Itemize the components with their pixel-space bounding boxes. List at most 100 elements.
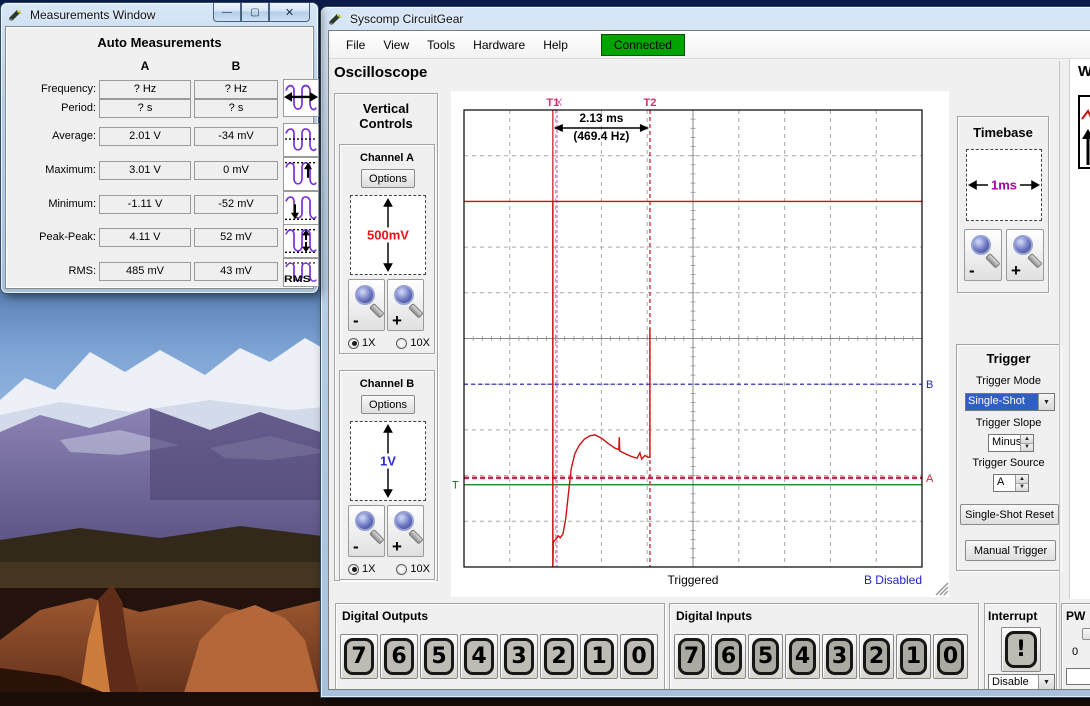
menu-item-help[interactable]: Help: [534, 34, 577, 56]
digital-input-bit-7[interactable]: 7: [674, 634, 709, 679]
channel-b-zoom-in-button[interactable]: +: [387, 505, 424, 557]
channel-b-probe-1x-radio[interactable]: 1X: [348, 563, 375, 575]
close-button[interactable]: ✕: [269, 3, 310, 22]
value-average-a: 2.01 V: [99, 127, 191, 146]
digital-input-bit-4[interactable]: 4: [785, 634, 820, 679]
menu-item-hardware[interactable]: Hardware: [464, 34, 534, 56]
pwm-partial-field[interactable]: [1066, 668, 1090, 685]
value-maximum-b: 0 mV: [194, 161, 278, 180]
digital-output-bit-2[interactable]: 2: [540, 634, 578, 679]
channel-a-probe-10x-radio[interactable]: 10X: [396, 337, 430, 349]
chevron-down-icon[interactable]: ▼: [1038, 394, 1054, 410]
chevron-down-icon[interactable]: ▼: [1038, 675, 1054, 690]
minimize-button[interactable]: —: [213, 3, 241, 22]
trigger-source-spinner[interactable]: A ▲ ▼: [993, 474, 1029, 492]
oscilloscope-heading: Oscilloscope: [334, 64, 427, 81]
digital-output-bit-4[interactable]: 4: [460, 634, 498, 679]
radio-icon: [396, 564, 407, 575]
spin-down-icon[interactable]: ▼: [1021, 444, 1033, 452]
connected-indicator[interactable]: Connected: [601, 34, 685, 56]
value-minimum-a: -1.11 V: [99, 195, 191, 214]
desktop: Measurements Window — ▢ ✕ Auto Measureme…: [0, 0, 1090, 706]
trigger-source-value: A: [994, 475, 1015, 491]
digital-input-bit-5[interactable]: 5: [748, 634, 783, 679]
digital-input-bit-1[interactable]: 1: [896, 634, 931, 679]
bit-digit-label: 2: [544, 638, 574, 675]
radio-icon: [348, 338, 359, 349]
interrupt-heading: Interrupt: [988, 609, 1037, 623]
svg-text:B Disabled: B Disabled: [864, 573, 922, 587]
channel-b-range-box[interactable]: 1V: [350, 421, 426, 501]
channel-b-probe-10x-radio[interactable]: 10X: [396, 563, 430, 575]
bit-digit-label: 5: [424, 638, 454, 675]
menu-item-view[interactable]: View: [374, 34, 418, 56]
digital-output-bit-5[interactable]: 5: [420, 634, 458, 679]
digital-output-bit-3[interactable]: 3: [500, 634, 538, 679]
channel-a-zoom-out-button[interactable]: -: [348, 279, 385, 331]
radio-icon: [396, 338, 407, 349]
oscilloscope-display[interactable]: 2.13 ms(469.4 Hz)XT1T2BATTriggeredB Disa…: [451, 91, 949, 597]
plus-label: +: [392, 312, 402, 329]
digital-input-bit-2[interactable]: 2: [859, 634, 894, 679]
trigger-mode-value: Single-Shot: [966, 394, 1038, 410]
auto-measurements-heading: Auto Measurements: [6, 35, 313, 50]
channel-a-zoom-in-button[interactable]: +: [387, 279, 424, 331]
magnifier-icon: [394, 511, 414, 531]
channel-a-range-box[interactable]: 500mV: [350, 195, 426, 275]
timebase-range-box[interactable]: 1ms: [966, 149, 1042, 221]
digital-output-bit-0[interactable]: 0: [620, 634, 658, 679]
digital-output-bit-6[interactable]: 6: [380, 634, 418, 679]
trigger-mode-label: Trigger Mode: [957, 375, 1060, 387]
bit-digit-label: 7: [678, 638, 705, 675]
bit-digit-label: 7: [344, 638, 374, 675]
timebase-zoom-in-button[interactable]: +: [1006, 229, 1044, 281]
digital-input-bit-0[interactable]: 0: [933, 634, 968, 679]
channel-a-options-button[interactable]: Options: [361, 169, 415, 188]
spin-up-icon[interactable]: ▲: [1021, 435, 1033, 444]
value-minimum-b: -52 mV: [194, 195, 278, 214]
oscilloscope-display-area: 2.13 ms(469.4 Hz)XT1T2BATTriggeredB Disa…: [451, 91, 949, 597]
interrupt-mode-select[interactable]: Disable ▼: [988, 674, 1055, 690]
magnifier-icon: [971, 235, 991, 255]
magnifier-icon: [1013, 235, 1033, 255]
channel-a-probe-1x-radio[interactable]: 1X: [348, 337, 375, 349]
digital-input-bit-6[interactable]: 6: [711, 634, 746, 679]
wave-frequency-icon: [283, 79, 319, 117]
value-rms-b: 43 mV: [194, 262, 278, 281]
wave-average-icon: [283, 123, 319, 157]
wave-peakpeak-icon: [283, 224, 319, 258]
window-title: Syscomp CircuitGear: [350, 12, 463, 26]
svg-text:B: B: [926, 379, 933, 391]
timebase-zoom-out-button[interactable]: -: [964, 229, 1002, 281]
interrupt-button[interactable]: !: [1001, 627, 1041, 672]
waveform-generator-heading: W: [1078, 63, 1090, 80]
pwm-partial-button[interactable]: [1082, 628, 1090, 640]
svg-text:Triggered: Triggered: [668, 573, 719, 587]
digital-output-bit-1[interactable]: 1: [580, 634, 618, 679]
menu-item-tools[interactable]: Tools: [418, 34, 464, 56]
bit-digit-label: 4: [464, 638, 494, 675]
trigger-slope-spinner[interactable]: Minus ▲ ▼: [988, 434, 1034, 452]
channel-a-group: Channel A Options 500mV -: [339, 144, 435, 354]
probe-1x-label: 1X: [362, 563, 375, 575]
timebase-value: 1ms: [988, 178, 1020, 193]
channel-b-options-button[interactable]: Options: [361, 395, 415, 414]
channel-b-group: Channel B Options 1V -: [339, 370, 435, 580]
trigger-mode-select[interactable]: Single-Shot ▼: [965, 393, 1055, 411]
digital-input-bit-3[interactable]: 3: [822, 634, 857, 679]
bit-digit-label: 1: [900, 638, 927, 675]
single-shot-reset-button[interactable]: Single-Shot Reset: [960, 504, 1059, 525]
svg-text:T1: T1: [546, 97, 559, 109]
channel-b-zoom-out-button[interactable]: -: [348, 505, 385, 557]
spin-up-icon[interactable]: ▲: [1016, 475, 1028, 484]
maximize-button[interactable]: ▢: [241, 3, 269, 22]
digital-output-bit-7[interactable]: 7: [340, 634, 378, 679]
menu-item-file[interactable]: File: [337, 34, 374, 56]
probe-10x-label: 10X: [410, 337, 430, 349]
timebase-heading: Timebase: [958, 125, 1048, 140]
vertical-controls-heading: Vertical Controls: [335, 101, 437, 131]
bit-digit-label: 5: [752, 638, 779, 675]
manual-trigger-button[interactable]: Manual Trigger: [965, 540, 1056, 561]
spin-down-icon[interactable]: ▼: [1016, 484, 1028, 492]
circuitgear-window-titlebar[interactable]: Syscomp CircuitGear: [321, 7, 1090, 30]
